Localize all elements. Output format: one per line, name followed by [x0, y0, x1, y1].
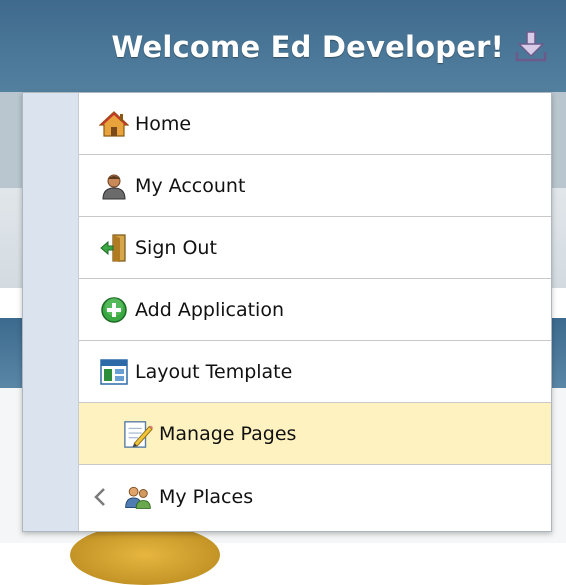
add-circle-icon: [99, 295, 129, 325]
menu-item-layout-template[interactable]: Layout Template: [79, 341, 551, 403]
chevron-left-icon: [93, 485, 109, 509]
menu-item-sign-out[interactable]: Sign Out: [79, 217, 551, 279]
page-orb-decoration: [70, 525, 220, 585]
menu-item-label: Add Application: [135, 298, 284, 321]
welcome-header: Welcome Ed Developer!: [111, 30, 548, 64]
menu-gutter: [23, 93, 79, 531]
people-icon: [123, 482, 153, 512]
menu-item-label: Home: [135, 112, 192, 135]
menu-list: Home My Account Sign Out Add Application…: [79, 93, 551, 528]
welcome-text: Welcome Ed Developer!: [111, 30, 504, 64]
menu-item-home[interactable]: Home: [79, 93, 551, 155]
user-dropdown-menu: Home My Account Sign Out Add Application…: [22, 92, 552, 532]
menu-item-label: Layout Template: [135, 360, 293, 383]
home-icon: [99, 109, 129, 139]
door-exit-icon: [99, 233, 129, 263]
download-icon[interactable]: [514, 30, 548, 64]
menu-item-label: Manage Pages: [159, 422, 297, 445]
edit-page-icon: [123, 419, 153, 449]
menu-item-add-application[interactable]: Add Application: [79, 279, 551, 341]
menu-item-label: Sign Out: [135, 236, 217, 259]
menu-item-my-account[interactable]: My Account: [79, 155, 551, 217]
menu-item-manage-pages[interactable]: Manage Pages: [79, 403, 551, 465]
menu-item-label: My Account: [135, 174, 246, 197]
user-icon: [99, 171, 129, 201]
menu-item-label: My Places: [159, 485, 254, 508]
layout-template-icon: [99, 357, 129, 387]
menu-item-my-places[interactable]: My Places: [79, 465, 551, 528]
